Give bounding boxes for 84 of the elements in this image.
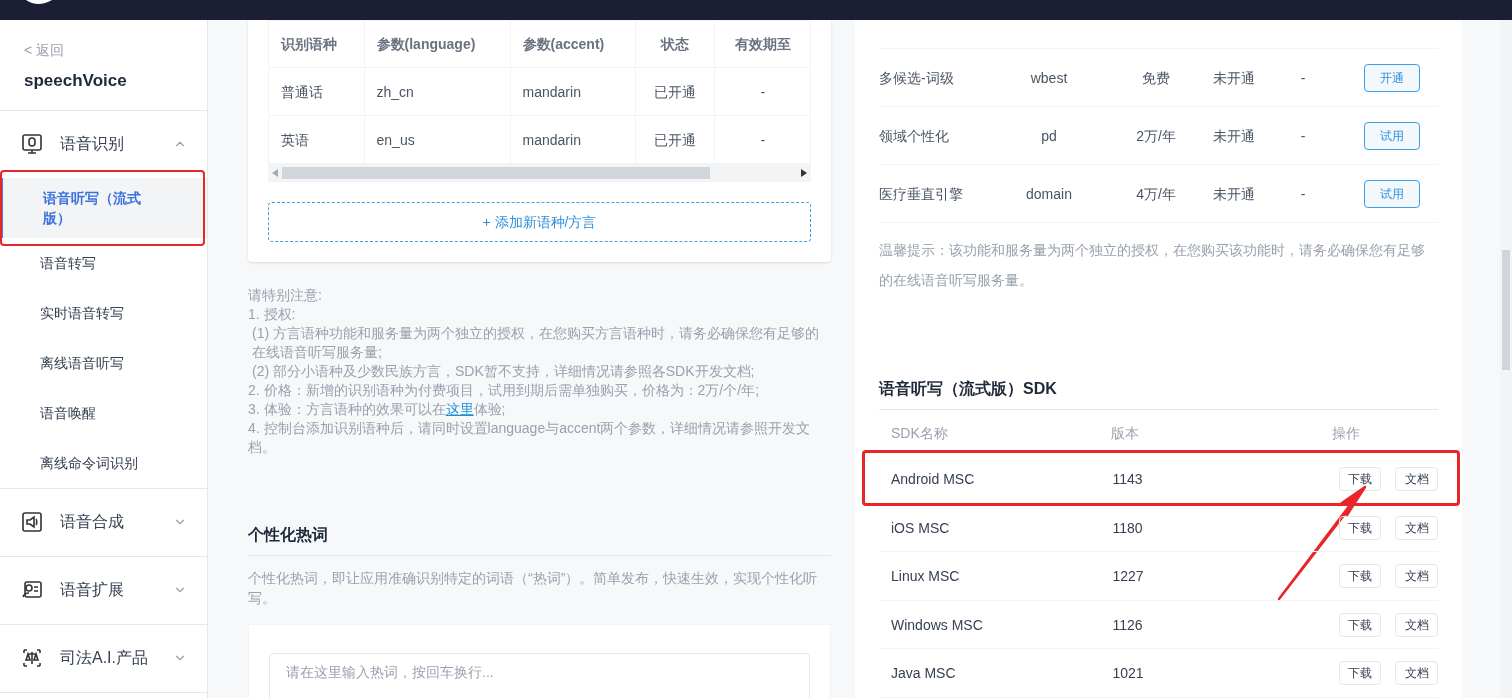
- note-line: 2. 价格：新增的识别语种为付费项目，试用到期后需单独购买，价格为：2万/个/年;: [248, 381, 760, 400]
- table-cell-text: 免费: [1141, 68, 1171, 88]
- scale-icon: [20, 646, 44, 670]
- menu-group[interactable]: 司法A.I.产品: [0, 624, 207, 692]
- table-cell-text: wbest: [1029, 68, 1069, 88]
- table-cell-text: Android MSC: [890, 469, 976, 489]
- add-language-button[interactable]: + 添加新语种/方言: [268, 202, 811, 242]
- table-cell-text: Linux MSC: [890, 567, 961, 587]
- table-cell-text: 医疗垂直引擎: [879, 184, 964, 204]
- table-cell-text: 未开通: [1213, 184, 1256, 204]
- table-cell-text: 1143: [1111, 469, 1144, 489]
- column-header: 操作: [1332, 423, 1360, 443]
- sidebar-item[interactable]: 实时语音转写: [0, 287, 207, 338]
- menu-group[interactable]: 语音合成: [0, 488, 207, 556]
- column-header: 有效期至: [714, 20, 811, 68]
- table-cell-text: Java MSC: [890, 664, 957, 684]
- table-cell: 英语: [268, 115, 365, 164]
- table-cell-text: 1021: [1111, 664, 1145, 684]
- column-header: 识别语种: [268, 20, 365, 68]
- app-name: speechVoice: [24, 70, 127, 92]
- table-cell-text: -: [1299, 126, 1307, 146]
- table-cell: zh_cn: [364, 67, 511, 116]
- table-cell: -: [714, 115, 811, 164]
- notes-title: 请特别注意:: [248, 286, 322, 305]
- section-title: 个性化热词: [248, 523, 831, 556]
- note-line: 1. 授权:: [248, 305, 296, 324]
- scroll-right-icon[interactable]: [801, 169, 807, 177]
- column-header: 版本: [1110, 423, 1140, 443]
- table-cell-text: -: [1299, 68, 1307, 88]
- table-cell-text: 1126: [1111, 615, 1144, 635]
- tip-text: 温馨提示：该功能和服务量为两个独立的授权，在您购买该功能时，请务必确保您有足够的在线语音听写服务量。: [879, 241, 1426, 291]
- column-header: 状态: [635, 20, 715, 68]
- column-header: SDK名称: [890, 423, 949, 443]
- table-cell-text: 1180: [1111, 518, 1144, 538]
- table-cell: 普通话: [268, 67, 365, 116]
- scroll-left-icon[interactable]: [272, 169, 278, 177]
- microphone-icon: [20, 132, 44, 156]
- table-cell: 已开通: [635, 67, 715, 116]
- download-button[interactable]: 下载: [1338, 515, 1382, 540]
- table-cell-text: 多候选-词级: [879, 68, 955, 88]
- menu-group[interactable]: 语音识别: [0, 110, 207, 178]
- horizontal-scrollbar[interactable]: [268, 164, 811, 182]
- vertical-scrollbar[interactable]: [1500, 20, 1512, 698]
- table-cell: -: [714, 67, 811, 116]
- table-cell-text: 领域个性化: [879, 126, 950, 146]
- action-button[interactable]: 开通: [1364, 63, 1420, 92]
- hotword-input[interactable]: 请在这里输入热词，按回车换行...: [269, 653, 810, 698]
- menu-group[interactable]: 语音扩展: [0, 556, 207, 624]
- sidebar-item[interactable]: 语音唤醒: [0, 387, 207, 438]
- table-cell: 已开通: [635, 115, 715, 164]
- note-line: (2) 部分小语种及少数民族方言，SDK暂不支持，详细情况请参照各SDK开发文档;: [251, 362, 755, 381]
- download-button[interactable]: 下载: [1338, 661, 1382, 686]
- note-line: 3. 体验：方言语种的效果可以在这里体验;: [248, 400, 506, 419]
- table-cell-text: 1227: [1111, 567, 1145, 587]
- table-cell-text: iOS MSC: [890, 518, 951, 538]
- table-cell: mandarin: [510, 115, 636, 164]
- download-button[interactable]: 下载: [1338, 612, 1382, 637]
- table-cell-text: pd: [1040, 126, 1058, 146]
- sidebar-item[interactable]: 离线语音听写: [0, 337, 207, 388]
- download-button[interactable]: 下载: [1338, 564, 1382, 589]
- table-cell-text: 4万/年: [1135, 184, 1177, 204]
- table-cell-text: Windows MSC: [890, 615, 984, 635]
- table-cell: en_us: [364, 115, 511, 164]
- table-cell-text: 2万/年: [1135, 126, 1177, 146]
- table-cell-text: 未开通: [1213, 68, 1256, 88]
- note-line: (1) 方言语种功能和服务量为两个独立的授权，在您购买方言语种时，请务必确保您有足够的在线语音听写服务量;: [251, 324, 820, 362]
- note-line: 4. 控制台添加识别语种后，请同时设置language与accent两个参数，详细情况请参照开发文档。: [248, 419, 812, 457]
- sdk-title: 语音听写（流式版）SDK: [879, 377, 1438, 411]
- table-cell: mandarin: [510, 67, 636, 116]
- docs-button[interactable]: 文档: [1395, 612, 1438, 637]
- column-header: 参数(language): [364, 20, 511, 68]
- docs-button[interactable]: 文档: [1395, 661, 1438, 686]
- speaker-icon: [20, 510, 44, 534]
- docs-button[interactable]: 文档: [1395, 515, 1438, 540]
- column-header: 参数(accent): [510, 20, 636, 68]
- sidebar-item[interactable]: 语音转写: [0, 237, 207, 288]
- docs-button[interactable]: 文档: [1395, 466, 1438, 491]
- section-description: 个性化热词，即让应用准确识别特定的词语（“热词”）。简单发布，快速生效，实现个性化听写。: [248, 569, 819, 608]
- table-cell-text: 未开通: [1213, 126, 1256, 146]
- table-cell-text: domain: [1025, 184, 1073, 204]
- docs-button[interactable]: 文档: [1395, 564, 1438, 589]
- sidebar-item[interactable]: 语音听写（流式版）: [0, 177, 207, 238]
- table-cell-text: -: [1299, 184, 1307, 204]
- sidebar-item[interactable]: 离线命令词识别: [0, 437, 207, 488]
